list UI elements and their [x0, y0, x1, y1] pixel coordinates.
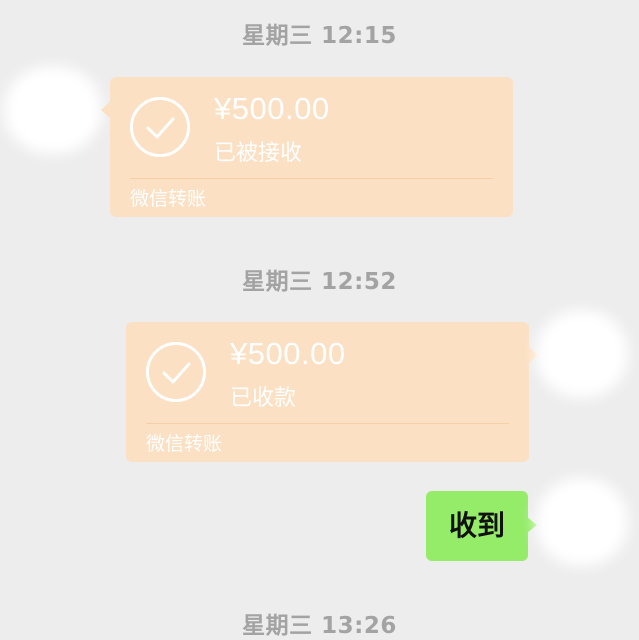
timestamp: 星期三 13:26 — [242, 613, 397, 639]
self-avatar[interactable] — [536, 310, 628, 398]
transfer-brand-label: 微信转账 — [146, 433, 223, 455]
self-avatar[interactable] — [536, 478, 628, 566]
bubble-tail — [101, 101, 111, 119]
transfer-card-received[interactable]: ¥500.00 已被接收 微信转账 — [101, 77, 513, 217]
card-divider — [146, 423, 509, 424]
transfer-amount: ¥500.00 — [230, 336, 346, 371]
card-divider — [130, 178, 493, 179]
check-circle-icon — [130, 97, 190, 157]
timestamp: 星期三 12:15 — [242, 23, 397, 49]
transfer-card-collected[interactable]: ¥500.00 已收款 微信转账 — [126, 322, 538, 462]
transfer-status: 已被接收 — [214, 141, 303, 166]
transfer-status: 已收款 — [230, 386, 297, 411]
message-text: 收到 — [448, 509, 505, 542]
contact-avatar[interactable] — [4, 66, 102, 154]
check-circle-icon — [146, 342, 206, 402]
timestamp: 星期三 12:52 — [242, 269, 397, 295]
transfer-amount: ¥500.00 — [214, 91, 330, 126]
transfer-brand-label: 微信转账 — [130, 188, 207, 210]
text-message-bubble[interactable]: 收到 — [426, 491, 537, 561]
